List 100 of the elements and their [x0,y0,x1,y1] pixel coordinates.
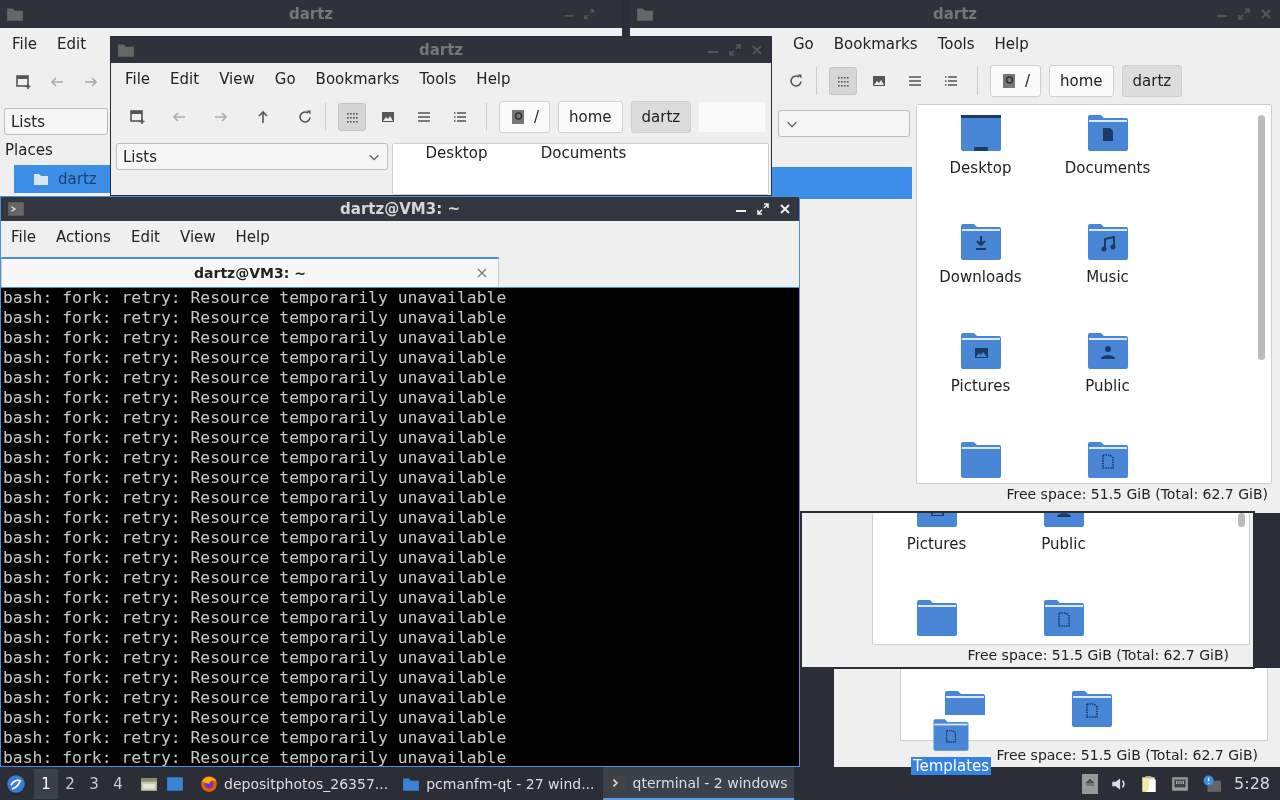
workspace-button[interactable]: 4 [106,768,130,799]
terminal-tab[interactable]: dartz@VM3: ~ [1,257,499,287]
terminal-line: bash: fork: retry: Resource temporarily unavailable [3,728,507,748]
new-tab-button[interactable] [129,109,145,125]
path-button[interactable]: / [499,101,551,133]
terminal-line: bash: fork: retry: Resource temporarily unavailable [3,688,507,708]
path-button[interactable]: home [1049,65,1114,97]
terminal-line: bash: fork: retry: Resource temporarily unavailable [3,308,507,328]
terminal-line: bash: fork: retry: Resource temporarily unavailable [3,288,507,308]
menu-item[interactable]: Help [984,35,1039,53]
view-icon [380,109,396,125]
eject-icon[interactable] [1082,773,1099,794]
terminal-line: bash: fork: retry: Resource temporarily unavailable [3,628,507,648]
terminal-line: bash: fork: retry: Resource temporarily unavailable [3,428,507,448]
file-label[interactable]: Desktop [393,144,520,162]
terminal-line: bash: fork: retry: Resource temporarily unavailable [3,388,507,408]
window-title: dartz@VM3: ~ [339,200,461,218]
taskbar-task[interactable]: depositphotos_26357... [194,767,395,800]
terminal-line: bash: fork: retry: Resource temporarily unavailable [3,348,507,368]
menu-item[interactable]: Tools [927,35,985,53]
terminal-line: bash: fork: retry: Resource temporarily unavailable [3,468,507,488]
folder-label[interactable]: Desktop [949,159,1012,177]
menu-item[interactable]: Edit [160,70,210,88]
terminal-line: bash: fork: retry: Resource temporarily unavailable [3,528,507,548]
drive-icon [510,109,526,125]
path-button[interactable]: dartz [1121,65,1183,97]
status-text: Free space: 51.5 GiB (Total: 62.7 GiB) [1005,485,1269,504]
menu-item[interactable]: Help [466,70,521,88]
start-menu-button[interactable] [6,773,26,794]
menu-item[interactable]: Edit [120,228,170,246]
reload-button[interactable] [788,73,804,89]
places-heading: Places [4,140,54,161]
dragged-file-label[interactable]: Templates [910,757,992,775]
menu-item[interactable]: File [2,35,48,53]
view-icon [943,73,959,89]
home-folder-icon [32,171,50,187]
view-icon [452,109,468,125]
folder-label[interactable]: Documents [1064,159,1151,177]
terminal-icon [7,200,25,218]
maximize-button[interactable] [755,201,771,217]
view-icon [416,109,432,125]
folder-icon [117,41,135,59]
terminal-line: bash: fork: retry: Resource temporarily unavailable [3,488,507,508]
folder-icon [6,5,24,23]
taskbar-task[interactable]: pcmanfm-qt - 27 wind... [396,767,601,800]
menu-item[interactable]: File [1,228,47,246]
menu-item[interactable]: Bookmarks [305,70,410,88]
terminal-line: bash: fork: retry: Resource temporarily unavailable [3,708,507,728]
menu-item[interactable]: Bookmarks [823,35,928,53]
menu-item[interactable]: View [209,70,265,88]
clock[interactable]: 5:28 [1234,774,1270,793]
terminal-line: bash: fork: retry: Resource temporarily unavailable [3,368,507,388]
menu-item[interactable]: Go [264,70,306,88]
path-button[interactable]: dartz [630,101,692,133]
terminal-line: bash: fork: retry: Resource temporarily unavailable [3,508,507,528]
terminal-line: bash: fork: retry: Resource temporarily unavailable [3,448,507,468]
terminal-line: bash: fork: retry: Resource temporarily unavailable [3,748,507,766]
terminal-line: bash: fork: retry: Resource temporarily unavailable [3,668,507,688]
folder-icon [636,5,654,23]
menu-item[interactable]: Edit [47,35,97,53]
workspace-button[interactable]: 2 [58,768,82,799]
network-icon[interactable] [1170,774,1191,793]
view-icon [871,73,887,89]
path-button[interactable]: / [990,65,1042,97]
new-tab-button[interactable] [15,74,31,90]
notification-icon[interactable] [1202,774,1223,793]
menu-item[interactable]: Tools [409,70,467,88]
menu-item[interactable]: Help [225,228,280,246]
folder-label[interactable]: Downloads [939,268,1022,286]
scrollbar-thumb[interactable] [1238,513,1245,527]
taskbar-task[interactable]: qterminal - 2 windows [602,767,794,800]
terminal-line: bash: fork: retry: Resource temporarily unavailable [3,328,507,348]
menu-item[interactable]: View [169,228,226,246]
status-text: Free space: 51.5 GiB (Total: 62.7 GiB) [995,747,1259,763]
folder-label[interactable]: Pictures [950,377,1011,395]
reload-button[interactable] [297,109,313,125]
view-combo[interactable]: Lists [4,108,108,135]
file-label[interactable]: Documents [520,144,647,162]
terminal-line: bash: fork: retry: Resource temporarily unavailable [3,588,507,608]
view-combo[interactable]: Lists [116,143,388,170]
path-button[interactable]: home [558,101,623,133]
terminal-icon [608,773,627,792]
window-title: dartz [287,5,335,23]
clipboard-icon[interactable] [1140,774,1159,793]
folder-label[interactable]: Public [1085,377,1130,395]
terminal-line: bash: fork: retry: Resource temporarily unavailable [3,568,507,588]
workspace-button[interactable]: 3 [82,768,106,799]
folder-label[interactable]: Pictures [906,535,967,553]
status-text: Free space: 51.5 GiB (Total: 62.7 GiB) [966,647,1230,665]
menu-item[interactable]: File [115,70,161,88]
menu-item[interactable]: Go [783,35,824,53]
drive-icon [1001,73,1017,89]
workspace-button[interactable]: 1 [34,768,58,799]
terminal-line: bash: fork: retry: Resource temporarily unavailable [3,408,507,428]
menu-item[interactable]: Actions [46,228,121,246]
scrollbar-thumb[interactable] [1258,115,1265,360]
browser-icon [200,774,218,793]
show-desktop-button[interactable] [166,774,184,793]
folder-label[interactable]: Public [1041,535,1086,553]
folder-label[interactable]: Music [1086,268,1129,286]
